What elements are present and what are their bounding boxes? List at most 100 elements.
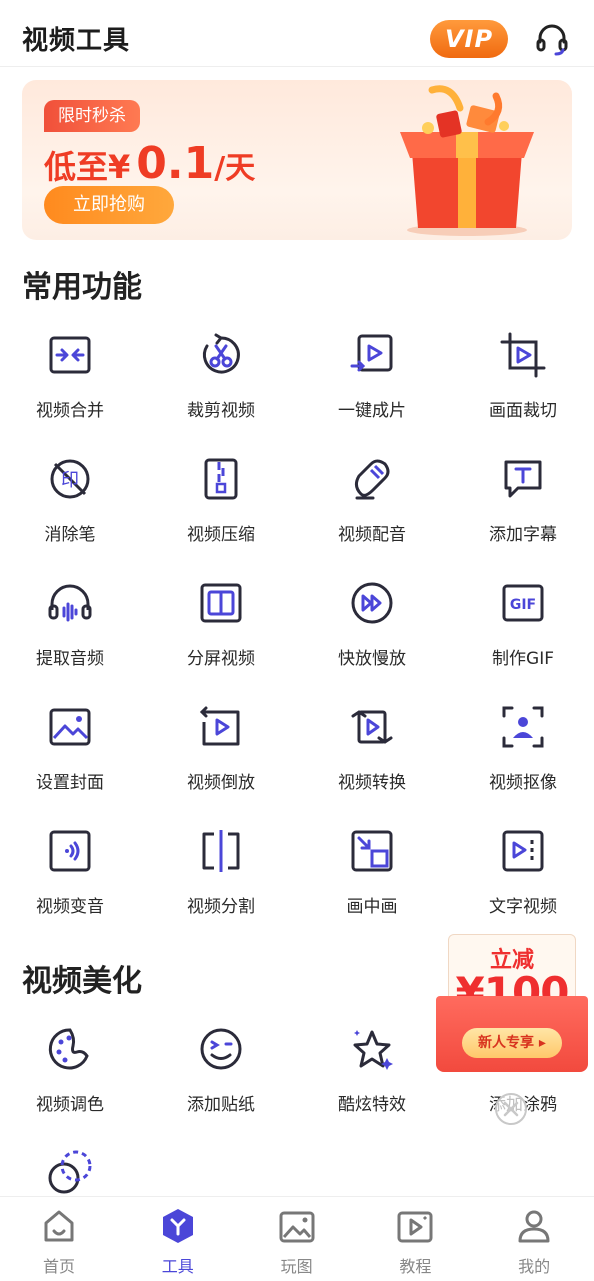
- buy-now-button[interactable]: 立即抢购: [44, 186, 174, 224]
- tool-item[interactable]: 画面裁切: [453, 332, 593, 442]
- nav-tab[interactable]: 教程: [356, 1197, 474, 1281]
- crop-icon: [500, 332, 546, 378]
- nav-tab[interactable]: 首页: [0, 1197, 118, 1281]
- gift-box-icon: [400, 85, 534, 236]
- voice-change-icon: [49, 830, 91, 872]
- tool-item-label: 画面裁切: [489, 401, 557, 421]
- split-screen-icon: [200, 583, 242, 623]
- tool-item-label: 视频调色: [36, 1095, 104, 1115]
- tool-item[interactable]: 文字视频: [453, 828, 593, 938]
- tool-item-label: 裁剪视频: [187, 401, 255, 421]
- bottom-nav: 首页 工具 玩图 教程 我的: [0, 1196, 594, 1281]
- top-bar: 视频工具 VIP: [0, 0, 594, 67]
- tool-item[interactable]: 视频分割: [151, 828, 291, 938]
- tool-item-label: 视频倒放: [187, 773, 255, 793]
- tool-item[interactable]: 视频倒放: [151, 704, 291, 814]
- nav-tab-label: 我的: [518, 1257, 551, 1276]
- promo-tag: 限时秒杀: [44, 100, 140, 132]
- tool-item[interactable]: 视频转换: [302, 704, 442, 814]
- tool-item[interactable]: 印消除笔: [0, 456, 140, 566]
- tool-item-label: 视频配音: [338, 525, 406, 545]
- price-value: 0.1: [136, 138, 215, 189]
- profile-icon: [518, 1210, 550, 1243]
- tool-item[interactable]: 视频抠像: [453, 704, 593, 814]
- tutorial-icon: [397, 1211, 433, 1243]
- nav-tab-label: 首页: [42, 1257, 75, 1276]
- promo-banner[interactable]: 限时秒杀 低至¥ 0.1/天 立即抢购: [22, 80, 572, 240]
- tool-item[interactable]: 视频调色: [0, 1026, 140, 1136]
- reverse-icon: [199, 706, 240, 746]
- nav-tab-label: 玩图: [280, 1257, 313, 1276]
- tool-item-label: 设置封面: [36, 773, 104, 793]
- tool-item[interactable]: 添加贴纸: [151, 1026, 291, 1136]
- merge-icon: [49, 336, 91, 374]
- split-icon: [202, 830, 240, 872]
- sticker-icon: [200, 1028, 242, 1070]
- scissors-icon: [202, 333, 240, 374]
- zip-icon: [204, 458, 238, 500]
- text-video-icon: [502, 830, 544, 872]
- nav-tab[interactable]: 工具: [119, 1197, 237, 1281]
- tool-item[interactable]: 视频变音: [0, 828, 140, 938]
- price-prefix: 低至¥: [44, 148, 131, 186]
- new-user-coupon[interactable]: 立减 ¥100 新人专享 ▸: [436, 932, 588, 1074]
- tool-item[interactable]: 设置封面: [0, 704, 140, 814]
- erase-stamp-icon: 印: [50, 459, 90, 499]
- microphone-icon: [354, 459, 390, 500]
- tool-item-label: 提取音频: [36, 649, 104, 669]
- subtitle-icon: [504, 460, 542, 498]
- svg-text:GIF: GIF: [510, 597, 536, 613]
- tool-item[interactable]: 酷炫特效: [302, 1026, 442, 1136]
- tool-item[interactable]: 分屏视频: [151, 580, 291, 690]
- nav-tab[interactable]: 我的: [475, 1197, 593, 1281]
- tool-item[interactable]: 提取音频: [0, 580, 140, 690]
- portrait-icon: [502, 706, 544, 748]
- home-icon: [44, 1210, 74, 1242]
- section-title-common: 常用功能: [22, 270, 142, 305]
- tool-item-label: 视频变音: [36, 897, 104, 917]
- close-icon[interactable]: [494, 1092, 528, 1126]
- overlap-circles-icon: [48, 1150, 92, 1194]
- headset-icon[interactable]: [534, 22, 570, 58]
- price-unit: /天: [214, 151, 256, 186]
- sparkle-star-icon: [353, 1030, 393, 1070]
- palette-icon: [48, 1028, 89, 1070]
- tool-item[interactable]: 视频配音: [302, 456, 442, 566]
- coupon-button[interactable]: 新人专享 ▸: [462, 1028, 562, 1058]
- svg-text:印: 印: [61, 470, 79, 491]
- picture-icon: [279, 1211, 315, 1243]
- tool-item[interactable]: GIF 制作GIF: [453, 580, 593, 690]
- fast-forward-icon: [351, 582, 393, 624]
- tool-item-label: 消除笔: [44, 525, 96, 545]
- tool-item-label: 酷炫特效: [338, 1095, 406, 1115]
- tool-item[interactable]: 裁剪视频: [151, 332, 291, 442]
- play-import-icon: [350, 334, 393, 372]
- tool-item-label: 添加贴纸: [187, 1095, 255, 1115]
- gif-icon: GIF: [502, 584, 544, 622]
- tools-icon: [162, 1209, 193, 1243]
- section-title-beautify: 视频美化: [22, 964, 142, 999]
- pip-icon: [351, 830, 393, 872]
- nav-tab-label: 教程: [399, 1257, 432, 1276]
- tool-item-label: 一键成片: [338, 401, 406, 421]
- tool-item-label: 制作GIF: [492, 649, 554, 669]
- tool-item-label: 视频抠像: [489, 773, 557, 793]
- convert-icon: [351, 710, 393, 744]
- tool-item-label: 画中画: [346, 897, 398, 917]
- tool-item-label: 视频分割: [187, 897, 255, 917]
- tool-item-label: 添加字幕: [489, 525, 557, 545]
- tool-item-label: 快放慢放: [338, 649, 406, 669]
- headphones-icon: [48, 584, 92, 622]
- tool-item[interactable]: 画中画: [302, 828, 442, 938]
- tool-item[interactable]: 快放慢放: [302, 580, 442, 690]
- tool-item-label: 分屏视频: [187, 649, 255, 669]
- tool-item[interactable]: 视频合并: [0, 332, 140, 442]
- page-title: 视频工具: [22, 26, 131, 56]
- tool-item[interactable]: 视频压缩: [151, 456, 291, 566]
- nav-tab[interactable]: 玩图: [238, 1197, 356, 1281]
- vip-button[interactable]: VIP: [430, 20, 508, 58]
- nav-tab-label: 工具: [161, 1257, 194, 1276]
- tool-item[interactable]: 添加字幕: [453, 456, 593, 566]
- tool-item-label: 文字视频: [489, 897, 557, 917]
- tool-item[interactable]: 一键成片: [302, 332, 442, 442]
